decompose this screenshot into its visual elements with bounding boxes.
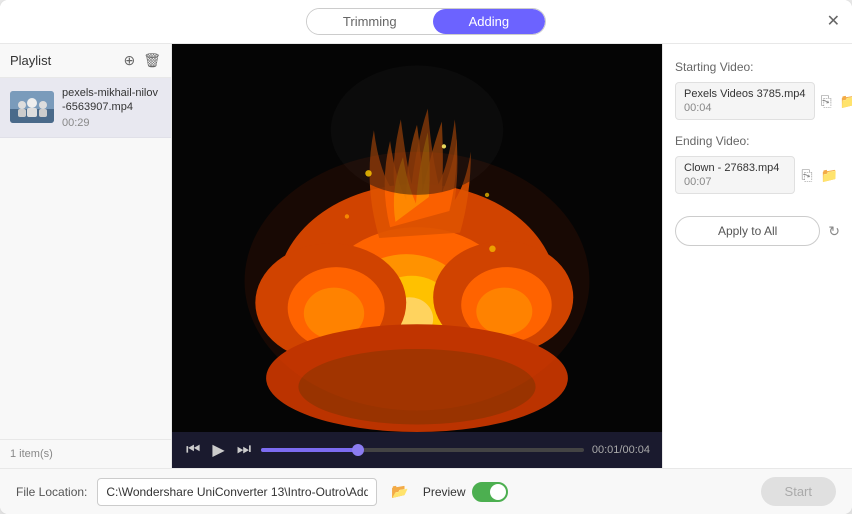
playlist-footer: 1 item(s) [0, 439, 171, 468]
start-button[interactable]: Start [761, 477, 836, 506]
sidebar: Playlist ⊕ 🗑 [0, 44, 172, 468]
playback-controls: ⏮ ▶ ⏭ 00:01/00:04 [172, 432, 662, 468]
file-location-label: File Location: [16, 485, 87, 499]
playlist-title: Playlist [10, 53, 51, 68]
ending-video-box: Clown - 27683.mp4 00:07 [675, 156, 795, 194]
progress-bar[interactable] [261, 448, 584, 452]
time-display: 00:01/00:04 [592, 444, 650, 456]
tab-trimming[interactable]: Trimming [307, 9, 433, 34]
apply-row: Apply to All ↻ [675, 216, 840, 246]
main-window: Trimming Adding ✕ Playlist ⊕ 🗑 [0, 0, 852, 514]
bottom-bar: File Location: 📂 Preview Start [0, 468, 852, 514]
title-bar: Trimming Adding ✕ [0, 0, 852, 44]
progress-thumb [352, 444, 364, 456]
ending-video-duration: 00:07 [684, 176, 786, 188]
ending-video-section: Ending Video: Clown - 27683.mp4 00:07 ⎘ … [675, 134, 840, 194]
playlist-header: Playlist ⊕ 🗑 [0, 44, 171, 78]
close-button[interactable]: ✕ [827, 14, 840, 30]
playlist-icons: ⊕ 🗑 [123, 52, 161, 69]
preview-label: Preview [423, 485, 466, 499]
ending-video-name: Clown - 27683.mp4 [684, 162, 786, 174]
ending-video-copy-button[interactable]: ⎘ [799, 165, 814, 186]
ending-video-label: Ending Video: [675, 134, 840, 148]
playlist-item-duration: 00:29 [62, 117, 161, 129]
tab-group: Trimming Adding [306, 8, 546, 35]
starting-video-copy-button[interactable]: ⎘ [819, 91, 834, 112]
right-panel: Starting Video: Pexels Videos 3785.mp4 0… [662, 44, 852, 468]
starting-video-row: Pexels Videos 3785.mp4 00:04 ⎘ 📁 [675, 82, 840, 120]
video-frame [172, 44, 662, 432]
list-item[interactable]: pexels-mikhail-nilov-6563907.mp4 00:29 [0, 78, 171, 138]
prev-button[interactable]: ⏮ [184, 441, 202, 459]
starting-video-folder-button[interactable]: 📁 [838, 91, 852, 112]
toggle-knob [490, 484, 506, 500]
file-location-input[interactable] [97, 478, 377, 506]
progress-fill [261, 448, 358, 452]
playlist-item-name: pexels-mikhail-nilov-6563907.mp4 [62, 86, 161, 115]
playlist-item-info: pexels-mikhail-nilov-6563907.mp4 00:29 [62, 86, 161, 129]
refresh-button[interactable]: ↻ [828, 223, 840, 240]
delete-playlist-button[interactable]: 🗑 [143, 52, 161, 69]
ending-video-folder-button[interactable]: 📁 [819, 165, 840, 186]
ending-video-row: Clown - 27683.mp4 00:07 ⎘ 📁 [675, 156, 840, 194]
video-area: ⏮ ▶ ⏭ 00:01/00:04 [172, 44, 662, 468]
browse-folder-button[interactable]: 📂 [387, 483, 412, 500]
add-playlist-button[interactable]: ⊕ [123, 52, 135, 69]
apply-to-all-button[interactable]: Apply to All [675, 216, 820, 246]
preview-toggle-group: Preview [423, 482, 508, 502]
thumbnail [10, 91, 54, 123]
main-content: Playlist ⊕ 🗑 [0, 44, 852, 468]
starting-video-section: Starting Video: Pexels Videos 3785.mp4 0… [675, 60, 840, 120]
play-button[interactable]: ▶ [210, 440, 226, 460]
tab-adding[interactable]: Adding [433, 9, 545, 34]
starting-video-label: Starting Video: [675, 60, 840, 74]
next-button[interactable]: ⏭ [235, 441, 253, 459]
starting-video-box: Pexels Videos 3785.mp4 00:04 [675, 82, 815, 120]
starting-video-name: Pexels Videos 3785.mp4 [684, 88, 806, 100]
starting-video-duration: 00:04 [684, 102, 806, 114]
preview-toggle-switch[interactable] [472, 482, 508, 502]
